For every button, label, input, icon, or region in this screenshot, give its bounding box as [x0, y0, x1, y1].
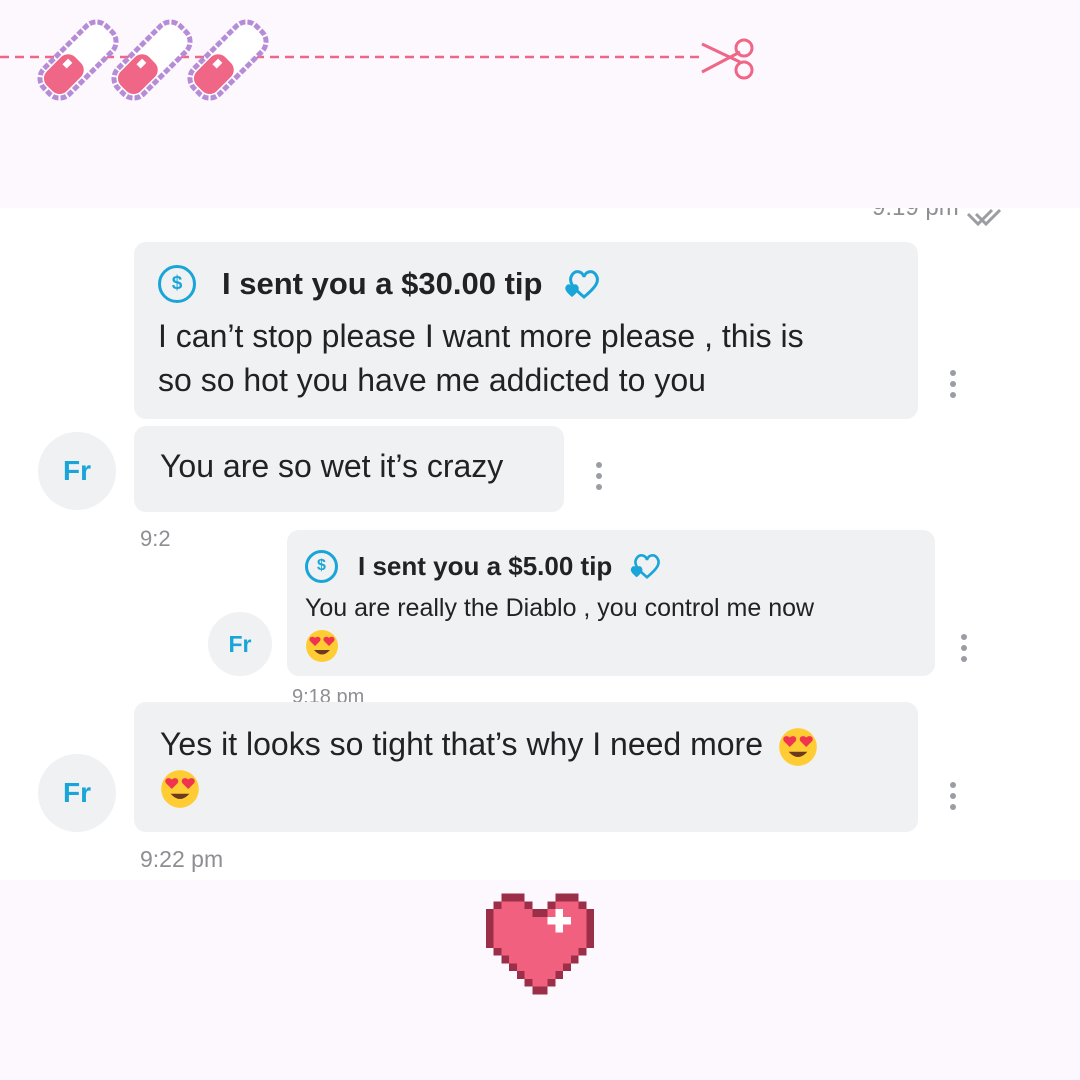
bandage-icon [37, 19, 119, 101]
chat-panel: 9:19 pm $ I sent you a $30.00 tip I can’… [0, 208, 1080, 880]
tip-amount-text: I sent you a $5.00 tip [358, 550, 613, 581]
heart-eyes-emoji [161, 769, 199, 808]
dollar-circle-icon: $ [158, 265, 196, 303]
avatar[interactable]: Fr [208, 612, 272, 676]
heart-eyes-emoji [779, 727, 817, 766]
dollar-circle-icon: $ [305, 549, 338, 583]
message-timestamp: 9:2 [140, 526, 171, 551]
message-text: You are so wet it’s crazy [160, 448, 504, 484]
top-decoration [0, 19, 754, 101]
more-vertical-icon[interactable] [596, 462, 602, 495]
message-text: I can’t stop please I want more please ,… [158, 318, 804, 398]
message-bubble[interactable]: Yes it looks so tight that’s why I need … [134, 702, 918, 832]
pixel-heart-icon [485, 893, 595, 995]
more-vertical-icon[interactable] [961, 634, 967, 667]
message-bubble[interactable]: You are so wet it’s crazy [134, 426, 564, 512]
double-check-icon [966, 208, 1002, 227]
hearts-icon [631, 554, 661, 579]
message-text: You are really the Diablo , you control … [305, 594, 815, 622]
more-vertical-icon[interactable] [950, 370, 956, 403]
tip-message-bubble[interactable]: $ I sent you a $5.00 tip You are really … [287, 530, 935, 676]
heart-eyes-emoji [306, 630, 338, 662]
tip-amount-text: I sent you a $30.00 tip [222, 266, 543, 301]
more-vertical-icon[interactable] [950, 782, 956, 815]
avatar[interactable]: Fr [38, 432, 116, 510]
hearts-icon [565, 270, 600, 299]
message-text: Yes it looks so tight that’s why I need … [160, 726, 763, 762]
bandage-icon [187, 19, 269, 101]
message-timestamp: 9:19 pm [872, 208, 959, 222]
scissors-icon [701, 38, 754, 80]
bandage-icon [111, 19, 193, 101]
message-timestamp: 9:22 pm [140, 846, 224, 872]
avatar[interactable]: Fr [38, 754, 116, 832]
tip-message-bubble[interactable]: $ I sent you a $30.00 tip I can’t stop p… [134, 242, 918, 419]
